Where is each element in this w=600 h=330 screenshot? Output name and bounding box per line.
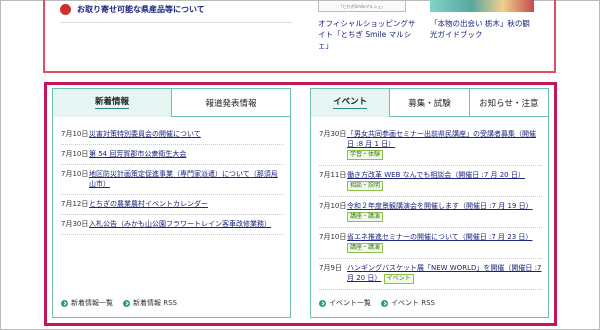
banner-image-shop[interactable]: 「とちぎSmileマルシェ」: [318, 0, 406, 12]
news-rss-link-label: 新着情報 RSS: [133, 299, 177, 307]
item-date: 7月10日: [319, 233, 347, 241]
event-list-link[interactable]: イベント一覧: [319, 298, 371, 308]
category-badge: 講座・講演: [347, 212, 384, 222]
event-tabs: イベント 募集・試験 お知らせ・注意: [311, 89, 548, 117]
list-item: 7月12日 とちぎの農業農村イベントカレンダー: [61, 195, 284, 215]
item-link[interactable]: 災害対策特別委員会の開催について: [89, 130, 201, 138]
item-date: 7月10日: [61, 130, 89, 138]
list-item: 7月9日 ハンギングバスケット展「NEW WORLD」を開催（開催日 :7 月 …: [319, 259, 542, 290]
news-list: 7月10日 災害対策特別委員会の開催について 7月10日 第 54 回芳賀郡市公…: [61, 125, 284, 235]
category-badge: 学習・体験: [347, 150, 384, 160]
news-rss-link[interactable]: 新着情報 RSS: [123, 298, 177, 308]
banner-image-shop-text: 「とちぎSmileマルシェ」: [338, 4, 386, 9]
list-item: 7月10日 省エネ推進セミナーの開催について（開催日 :7 月 23 日） 講座・…: [319, 228, 542, 259]
item-date: 7月30日: [61, 220, 89, 228]
tab-notices[interactable]: お知らせ・注意: [468, 89, 548, 116]
item-link[interactable]: 働き方改革 WEB なんでも相談会（開催日 :7 月 20 日）: [347, 171, 525, 179]
arrow-circle-icon: [319, 299, 326, 307]
list-item: 7月10日 第 54 回芳賀郡市公衆衛生大会: [61, 145, 284, 165]
list-item: 7月10日 災害対策特別委員会の開催について: [61, 125, 284, 145]
list-item: 7月30日 入札公告（みかも山公園フラワートレイン客車改修業務）: [61, 215, 284, 235]
item-link[interactable]: ハンギングバスケット展「NEW WORLD」を開催（開催日 :7 月 20 日）: [347, 264, 541, 282]
banner-image-guidebook[interactable]: [430, 0, 534, 12]
news-tabs: 新着情報 報道発表情報: [53, 89, 290, 117]
list-item: 7月10日 地区防災計画策定促進事業（専門家派遣）について（那須烏山市）: [61, 165, 284, 195]
category-badge: イベント: [383, 274, 414, 284]
item-date: 7月9日: [319, 264, 342, 272]
category-badge: 講座・講演: [347, 243, 384, 253]
event-rss-link[interactable]: イベント RSS: [381, 298, 435, 308]
tab-press-release[interactable]: 報道発表情報: [171, 89, 290, 116]
tab-events[interactable]: イベント: [311, 89, 390, 117]
item-link[interactable]: とちぎの農業農村イベントカレンダー: [89, 200, 208, 208]
tab-new-info[interactable]: 新着情報: [53, 89, 171, 117]
news-list-link-label: 新着情報一覧: [71, 299, 113, 307]
arrow-circle-icon: [123, 299, 130, 307]
item-link[interactable]: 省エネ推進セミナーの開催について（開催日 :7 月 23 日）: [347, 233, 532, 241]
item-date: 7月30日: [319, 130, 347, 138]
item-date: 7月10日: [319, 202, 347, 210]
tab-recruitment[interactable]: 募集・試験: [389, 89, 469, 116]
item-link[interactable]: 入札公告（みかも山公園フラワートレイン客車改修業務）: [89, 220, 271, 228]
local-products-link-text: お取り寄せ可能な県産品等について: [77, 5, 205, 14]
event-list: 7月30日 「男女共同参画セミナー出前県民講座」の受講者募集（開催日 :8 月 …: [319, 125, 542, 290]
tab-new-info-label: 新着情報: [94, 97, 129, 109]
list-item: 7月10日 令和２年度景観講演会を開催します（開催日 :7 月 19 日） 講座・…: [319, 197, 542, 228]
tab-press-release-label: 報道発表情報: [205, 98, 257, 109]
shop-card-title[interactable]: オフィシャルショッピングサイト「とちぎ Smile マルシェ」: [318, 18, 418, 51]
item-date: 7月11日: [319, 171, 347, 179]
item-link[interactable]: 「男女共同参画セミナー出前県民講座」の受講者募集（開催日 :8 月 1 日）: [347, 130, 536, 148]
item-date: 7月10日: [61, 150, 89, 158]
category-badge: 相談・説明: [347, 181, 384, 191]
event-list-link-label: イベント一覧: [329, 299, 371, 307]
item-link[interactable]: 第 54 回芳賀郡市公衆衛生大会: [89, 150, 186, 158]
tab-recruitment-label: 募集・試験: [408, 98, 451, 109]
news-panel: 新着情報 報道発表情報 7月10日 災害対策特別委員会の開催について 7月10日…: [52, 88, 291, 318]
item-date: 7月12日: [61, 200, 89, 208]
event-footer-links: イベント一覧 イベント RSS: [319, 298, 435, 308]
bullet-icon: [60, 4, 71, 15]
local-products-link[interactable]: お取り寄せ可能な県産品等について: [60, 4, 205, 15]
news-footer-links: 新着情報一覧 新着情報 RSS: [61, 298, 177, 308]
item-link[interactable]: 令和２年度景観講演会を開催します（開催日 :7 月 19 日）: [347, 202, 533, 210]
guidebook-card-title[interactable]: 「本物の出会い 栃木」秋の観光ガイドブック: [430, 18, 534, 40]
divider: [60, 22, 292, 23]
event-rss-link-label: イベント RSS: [391, 299, 435, 307]
tab-events-label: イベント: [333, 97, 368, 109]
arrow-circle-icon: [381, 299, 388, 307]
item-link[interactable]: 地区防災計画策定促進事業（専門家派遣）について（那須烏山市）: [89, 170, 278, 188]
list-item: 7月30日 「男女共同参画セミナー出前県民講座」の受講者募集（開催日 :8 月 …: [319, 125, 542, 166]
news-list-link[interactable]: 新着情報一覧: [61, 298, 113, 308]
item-date: 7月10日: [61, 170, 89, 178]
list-item: 7月11日 働き方改革 WEB なんでも相談会（開催日 :7 月 20 日） 相談…: [319, 166, 542, 197]
arrow-circle-icon: [61, 299, 68, 307]
event-panel: イベント 募集・試験 お知らせ・注意 7月30日 「男女共同参画セミナー出前県民…: [310, 88, 549, 318]
tab-notices-label: お知らせ・注意: [479, 98, 539, 109]
